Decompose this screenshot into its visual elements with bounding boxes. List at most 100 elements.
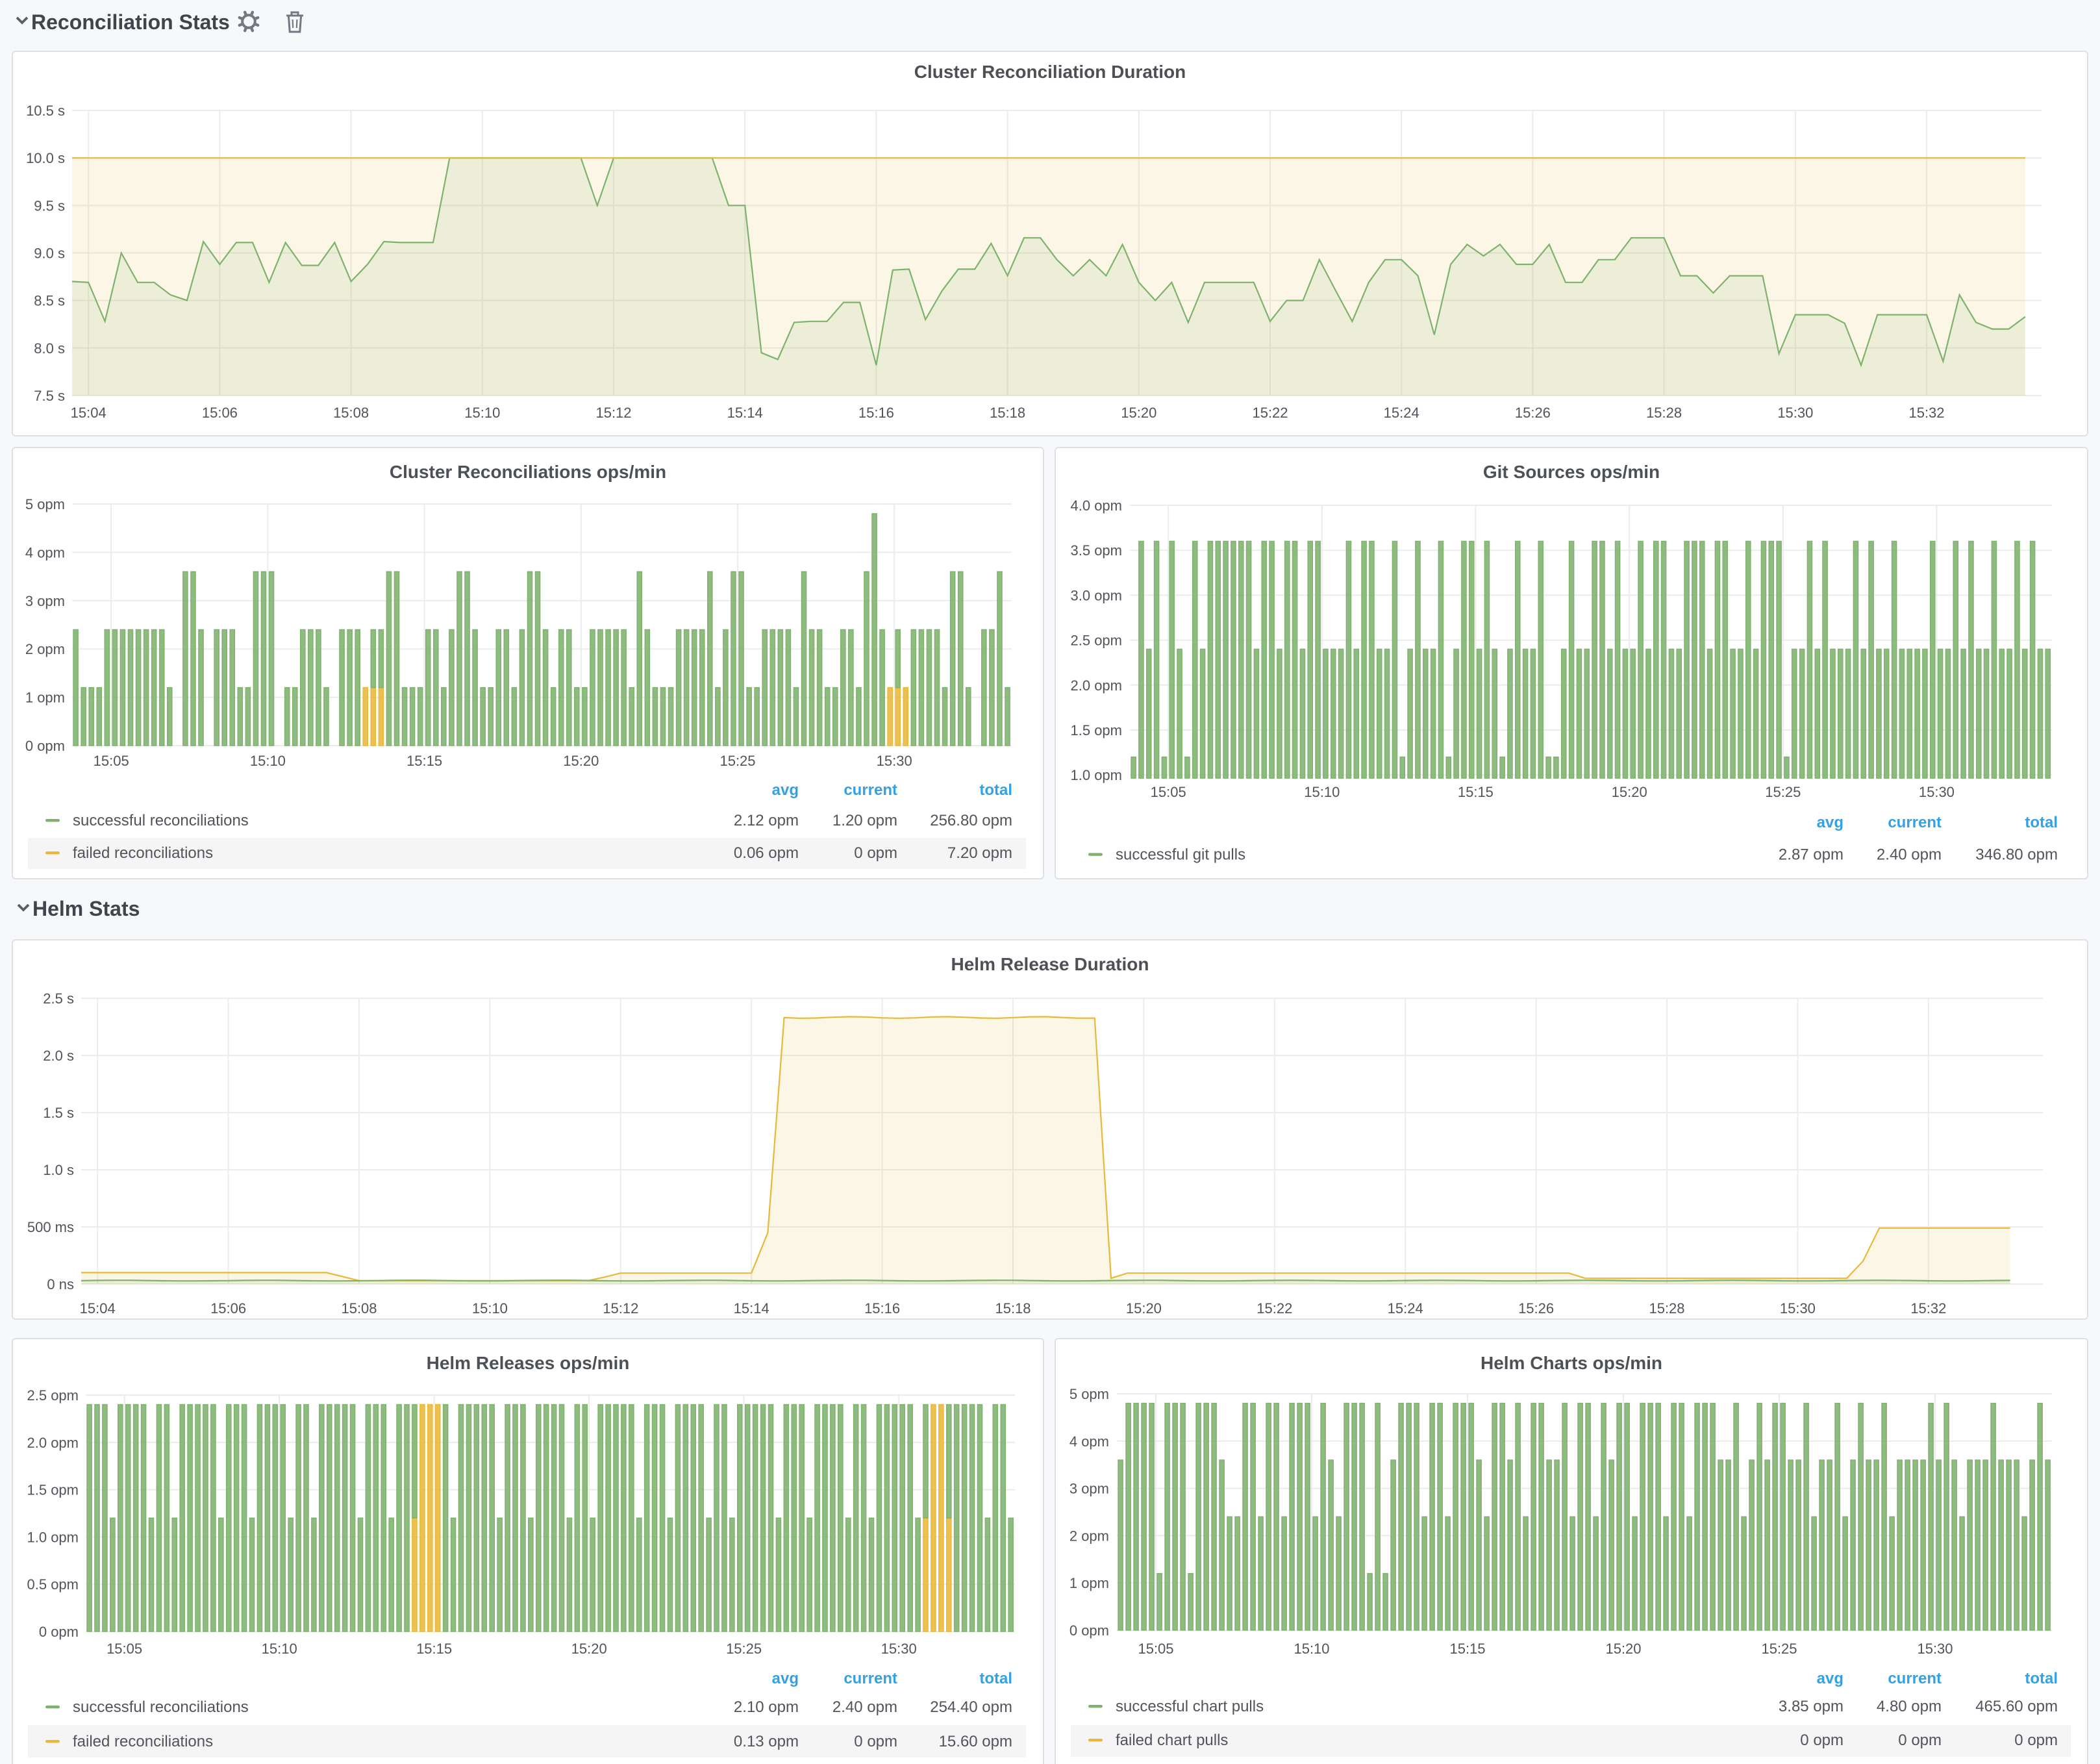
svg-text:current: current [1888,814,1942,831]
svg-text:10.5 s: 10.5 s [26,103,65,119]
svg-text:15:25: 15:25 [726,1641,762,1657]
svg-text:failed reconciliations: failed reconciliations [73,844,213,862]
svg-text:2.5 s: 2.5 s [43,990,74,1007]
svg-text:15:06: 15:06 [210,1300,246,1317]
svg-text:current: current [844,1670,897,1687]
svg-text:2.40 opm: 2.40 opm [1877,846,1942,863]
svg-text:0 ns: 0 ns [47,1276,74,1292]
svg-text:avg: avg [772,781,799,799]
svg-text:15:22: 15:22 [1256,1300,1292,1317]
svg-text:2.0 opm: 2.0 opm [27,1435,79,1451]
svg-text:2.0 opm: 2.0 opm [1071,677,1123,694]
svg-text:15:10: 15:10 [472,1300,508,1317]
svg-text:15:05: 15:05 [1138,1641,1173,1657]
svg-text:15:15: 15:15 [416,1641,452,1657]
svg-text:successful git pulls: successful git pulls [1116,846,1245,863]
svg-text:15:05: 15:05 [1151,784,1186,800]
svg-text:0 opm: 0 opm [1898,1732,1942,1749]
svg-text:2 opm: 2 opm [25,641,65,657]
svg-text:15:04: 15:04 [80,1300,116,1317]
svg-text:current: current [1888,1670,1942,1687]
svg-text:15:25: 15:25 [1761,1641,1797,1657]
svg-text:15:10: 15:10 [1294,1641,1329,1657]
svg-text:8.5 s: 8.5 s [34,293,65,309]
svg-text:Git Sources ops/min: Git Sources ops/min [1483,462,1660,482]
svg-text:3 opm: 3 opm [25,593,65,609]
svg-text:15:20: 15:20 [1126,1300,1162,1317]
svg-text:total: total [2025,814,2058,831]
svg-text:Cluster Reconciliation Duratio: Cluster Reconciliation Duration [914,62,1186,82]
svg-text:avg: avg [1817,814,1844,831]
svg-text:3.0 opm: 3.0 opm [1071,587,1123,603]
svg-text:Helm Charts ops/min: Helm Charts ops/min [1481,1353,1662,1373]
svg-text:346.80 opm: 346.80 opm [1975,846,2058,863]
svg-text:15:10: 15:10 [250,753,286,769]
svg-text:15:20: 15:20 [571,1641,607,1657]
svg-text:Cluster Reconciliations ops/mi: Cluster Reconciliations ops/min [390,462,666,482]
svg-text:total: total [979,781,1012,799]
svg-text:2.40 opm: 2.40 opm [832,1698,897,1716]
svg-text:0 opm: 0 opm [1069,1622,1109,1639]
svg-text:15:32: 15:32 [1908,405,1944,421]
svg-text:15:10: 15:10 [464,405,500,421]
svg-text:15:14: 15:14 [727,405,763,421]
svg-text:failed reconciliations: failed reconciliations [73,1733,213,1750]
svg-text:1 opm: 1 opm [1069,1575,1109,1591]
svg-text:15:25: 15:25 [719,753,755,769]
svg-text:2.5 opm: 2.5 opm [27,1387,79,1404]
svg-text:15:24: 15:24 [1388,1300,1423,1317]
svg-text:15:05: 15:05 [94,753,129,769]
svg-text:0 opm: 0 opm [854,844,897,862]
svg-text:256.80 opm: 256.80 opm [930,812,1012,829]
svg-text:15:22: 15:22 [1252,405,1288,421]
svg-text:7.5 s: 7.5 s [34,388,65,404]
svg-text:1.5 opm: 1.5 opm [1071,722,1123,738]
svg-text:15:08: 15:08 [341,1300,377,1317]
svg-text:15:15: 15:15 [406,753,442,769]
svg-text:2.5 opm: 2.5 opm [1071,633,1123,649]
svg-text:15:20: 15:20 [1121,405,1156,421]
svg-text:current: current [844,781,897,799]
svg-text:Helm Releases ops/min: Helm Releases ops/min [427,1353,630,1373]
svg-text:1 opm: 1 opm [25,690,65,706]
svg-text:4 opm: 4 opm [1069,1433,1109,1450]
svg-text:15:18: 15:18 [990,405,1025,421]
svg-text:500 ms: 500 ms [27,1219,74,1235]
svg-text:15:14: 15:14 [734,1300,769,1317]
svg-text:avg: avg [772,1670,799,1687]
svg-text:15:26: 15:26 [1515,405,1551,421]
svg-text:15:30: 15:30 [1777,405,1813,421]
svg-text:9.5 s: 9.5 s [34,197,65,214]
svg-text:1.0 opm: 1.0 opm [27,1529,79,1545]
svg-text:successful reconciliations: successful reconciliations [73,812,249,829]
svg-text:1.20 opm: 1.20 opm [832,812,897,829]
svg-text:successful reconciliations: successful reconciliations [73,1698,249,1716]
svg-text:15:20: 15:20 [1612,784,1647,800]
svg-text:4.80 opm: 4.80 opm [1877,1698,1942,1715]
svg-text:15:26: 15:26 [1518,1300,1554,1317]
svg-text:successful chart pulls: successful chart pulls [1116,1698,1264,1715]
svg-text:Reconciliation Stats: Reconciliation Stats [31,10,230,34]
svg-text:15:08: 15:08 [333,405,369,421]
svg-text:4 opm: 4 opm [25,544,65,561]
svg-text:15:06: 15:06 [202,405,238,421]
svg-text:0.06 opm: 0.06 opm [734,844,799,862]
svg-text:3.5 opm: 3.5 opm [1071,542,1123,559]
svg-text:15.60 opm: 15.60 opm [939,1733,1012,1750]
svg-text:15:16: 15:16 [858,405,894,421]
svg-text:0 opm: 0 opm [25,738,65,754]
svg-text:1.5 opm: 1.5 opm [27,1482,79,1498]
svg-text:15:10: 15:10 [262,1641,297,1657]
svg-text:3 opm: 3 opm [1069,1481,1109,1497]
svg-text:465.60 opm: 465.60 opm [1975,1698,2058,1715]
svg-text:7.20 opm: 7.20 opm [947,844,1012,862]
svg-text:15:24: 15:24 [1384,405,1419,421]
svg-text:15:18: 15:18 [995,1300,1031,1317]
svg-text:5 opm: 5 opm [25,496,65,512]
svg-text:5 opm: 5 opm [1069,1386,1109,1402]
svg-text:2.10 opm: 2.10 opm [734,1698,799,1716]
svg-text:0 opm: 0 opm [1800,1732,1844,1749]
svg-text:15:30: 15:30 [1780,1300,1816,1317]
svg-text:0.13 opm: 0.13 opm [734,1733,799,1750]
svg-text:15:20: 15:20 [1605,1641,1641,1657]
